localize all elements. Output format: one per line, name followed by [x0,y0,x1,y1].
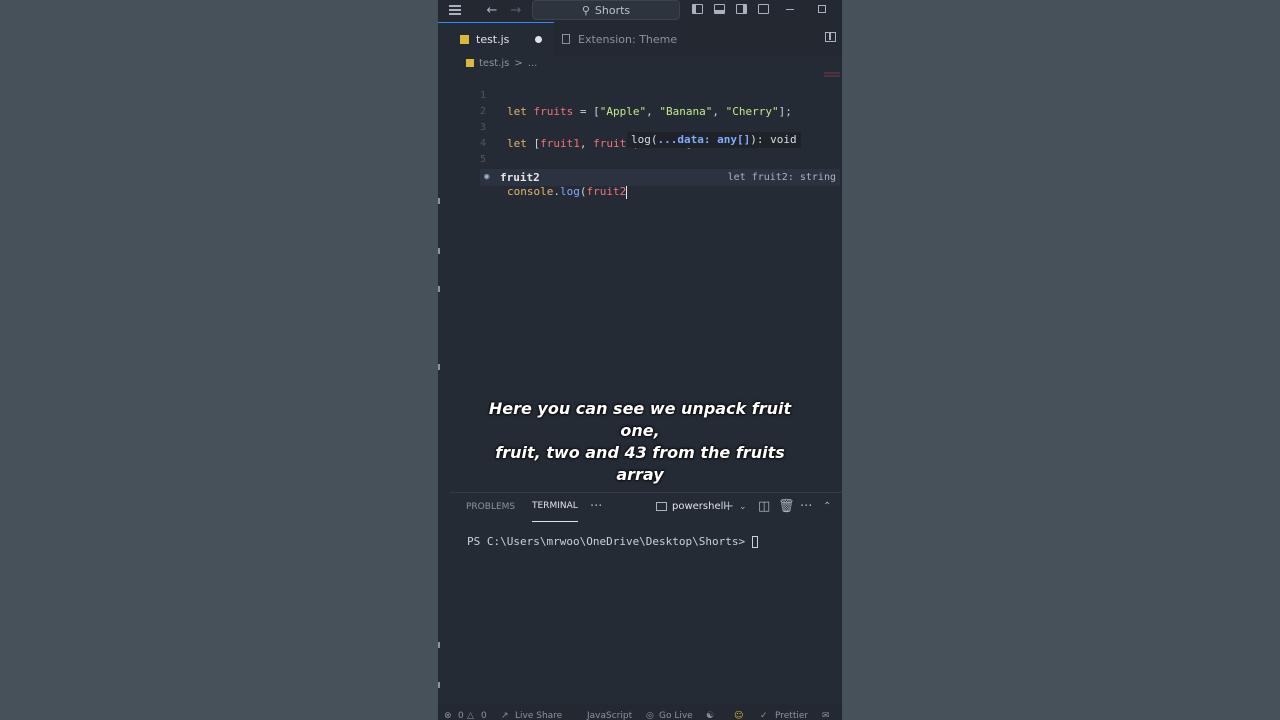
javascript-file-icon [460,35,469,44]
toggle-secondary-sidebar-icon[interactable] [736,4,747,14]
activity-bar-edge [438,682,440,688]
broadcast-icon: ◎ [646,711,654,720]
error-icon[interactable]: ⊗ [444,704,452,720]
terminal-prompt: PS C:\Users\mrwoo\OneDrive\Desktop\Short… [467,535,752,548]
prettier-button[interactable]: Prettier [775,704,808,720]
code-text: let fruits = ["Apple", "Banana", "Cherry… [507,105,792,118]
hint-param: ...data: any[] [657,133,751,146]
breadcrumb-separator: > [514,57,523,69]
breadcrumb-file[interactable]: test.js [479,58,509,69]
hint-prefix: log( [631,133,658,146]
code-line: 4 [438,120,486,149]
accounts-icon[interactable]: ☺ [734,704,743,720]
new-terminal-icon[interactable]: + [723,493,734,521]
split-editor-icon[interactable] [825,32,836,42]
toggle-primary-sidebar-icon[interactable] [692,4,703,14]
tab-extension-theme[interactable]: Extension: Theme [562,22,677,56]
document-icon [562,34,570,44]
bottom-panel: PROBLEMS TERMINAL ··· powershell + ⌄ ◫ 🗑… [450,492,842,703]
warning-icon[interactable]: △ [467,704,474,720]
chevron-up-icon[interactable]: ⌃ [823,493,831,521]
customize-layout-icon[interactable] [758,4,769,14]
back-arrow-icon[interactable]: ← [484,0,500,20]
trash-icon[interactable]: 🗑 [778,493,795,521]
terminal-output[interactable]: PS C:\Users\mrwoo\OneDrive\Desktop\Short… [467,535,758,548]
go-live-button[interactable]: Go Live [659,704,693,720]
code-text: console.log(fruit2 [507,185,628,199]
activity-bar-edge [438,286,440,292]
code-line: 2 [438,88,486,117]
search-icon: ⚲ [581,3,590,17]
forward-arrow-icon[interactable]: → [508,0,524,20]
video-caption: Here you can see we unpack fruit one, fr… [478,398,802,486]
suggestion-name: fruit2 [500,171,540,184]
minimap[interactable] [824,72,840,80]
activity-bar-edge [438,248,440,254]
command-center-search[interactable]: ⚲ Shorts [532,0,680,20]
minimize-icon[interactable] [786,9,794,10]
activity-bar-edge [438,198,440,204]
code-line: 3 let [fruit1, fruit2, fruit3] = fruits [438,104,752,150]
caption-line: Here you can see we unpack fruit [488,399,792,418]
breadcrumb: test.js > ... [466,56,537,70]
terminal-cursor [751,536,758,548]
activity-bar-edge [438,364,440,370]
live-share-button[interactable]: Live Share [515,704,562,720]
caption-line: fruit, two and 43 from the fruits [495,443,785,462]
suggestion-detail: let fruit2: string [727,172,836,183]
language-mode[interactable]: JavaScript [587,704,632,720]
chevron-down-icon[interactable]: ⌄ [739,493,747,521]
notifications-icon[interactable]: ✉ [822,704,830,720]
unsaved-dot-icon[interactable] [535,36,542,43]
split-terminal-icon[interactable]: ◫ [758,493,770,521]
editor-window: ← → ⚲ Shorts test.js Extension: Theme te… [438,0,842,720]
title-bar: ← → ⚲ Shorts [438,0,842,22]
live-share-icon: ↗ [501,711,509,720]
tab-problems[interactable]: PROBLEMS [466,493,515,521]
copilot-icon[interactable]: ☯ [706,704,714,720]
code-line: 1 let fruits = ["Apple", "Banana", "Cher… [438,72,792,118]
error-count[interactable]: 0 [458,704,464,720]
variable-icon: ◉ [484,172,490,182]
tab-terminal[interactable]: TERMINAL [532,493,578,522]
code-line: 6 console.log(fruit2 [438,152,628,199]
caption-line: one, [620,421,660,440]
tab-test-js[interactable]: test.js [438,22,554,56]
terminal-icon [656,502,667,511]
tab-label: test.js [476,33,510,46]
hint-suffix: ): void [750,133,797,146]
tab-label: Extension: Theme [578,32,678,46]
javascript-file-icon [466,59,474,67]
code-line: 5 console.log(fruit1 [438,136,626,182]
activity-bar-edge [438,642,440,648]
check-icon: ✓ [760,711,768,720]
caption-line: array [616,465,664,484]
toggle-panel-icon[interactable] [714,4,725,14]
autocomplete-suggestion[interactable]: ◉ fruit2 let fruit2: string [480,169,840,186]
text-cursor [626,185,628,199]
search-label: Shorts [594,3,631,17]
maximize-icon[interactable] [818,5,826,13]
status-bar: ⊗ 0 △ 0 ↗ Live Share JavaScript ◎ Go Liv… [438,704,842,720]
editor-tab-bar: test.js Extension: Theme [438,22,842,56]
menu-icon[interactable] [446,0,464,20]
more-tabs-icon[interactable]: ··· [590,493,602,521]
breadcrumb-symbols[interactable]: ... [528,58,538,69]
parameter-hint-tooltip: log(...data: any[]): void [627,132,801,148]
more-actions-icon[interactable]: ··· [800,493,812,521]
terminal-shell-name[interactable]: powershell [672,493,726,521]
warning-count[interactable]: 0 [481,704,487,720]
